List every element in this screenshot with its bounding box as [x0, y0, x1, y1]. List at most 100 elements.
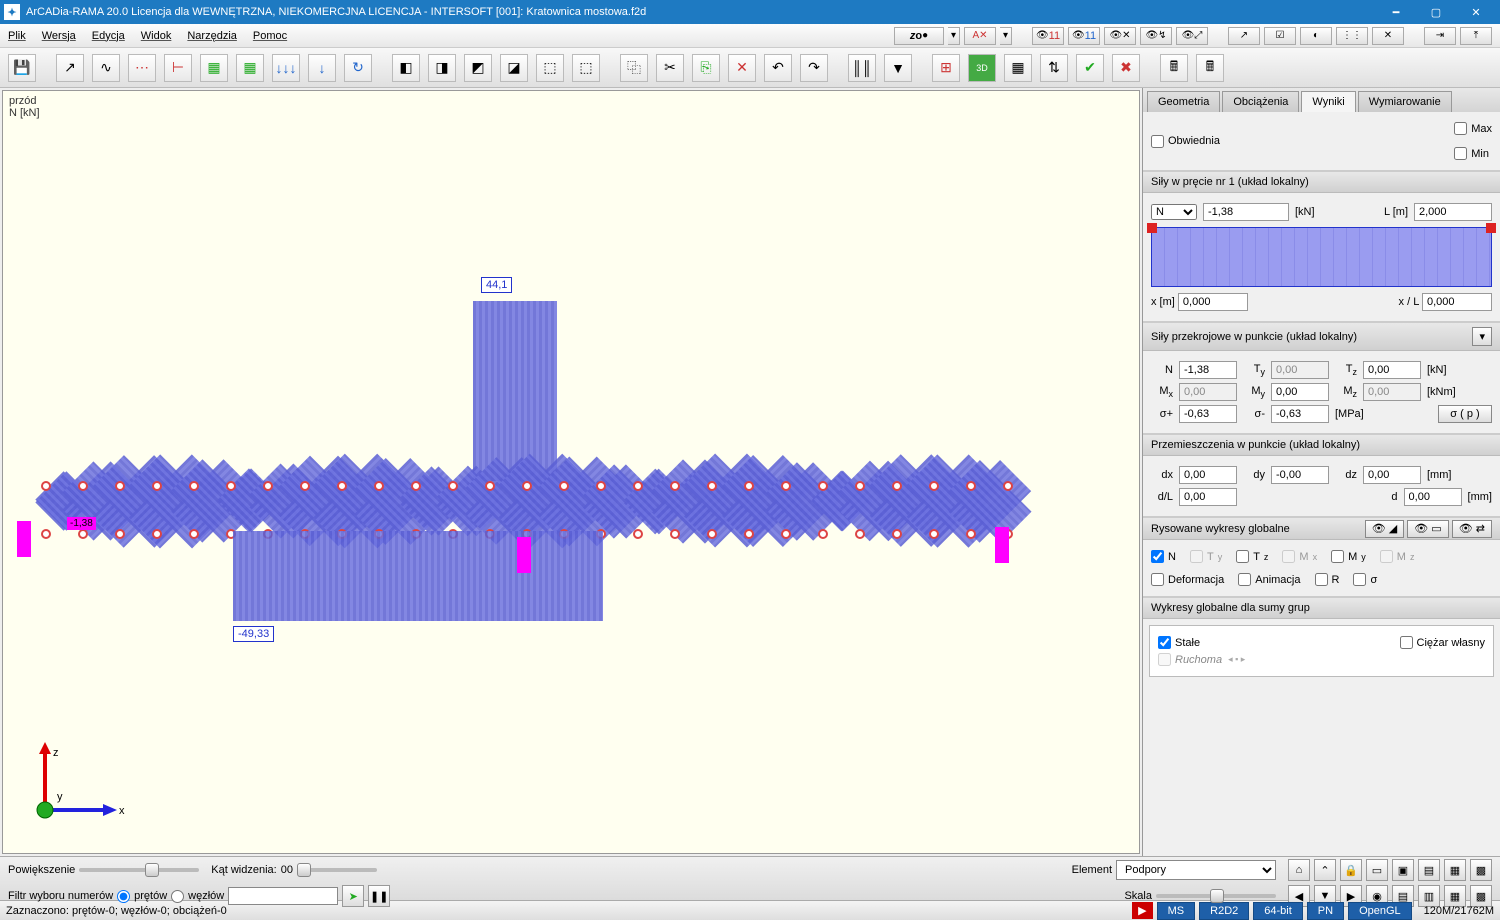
bars-button[interactable]: ║║: [848, 54, 876, 82]
load-moment-button[interactable]: ↻: [344, 54, 372, 82]
menu-plik[interactable]: Plik: [8, 30, 26, 42]
diag-My-checkbox[interactable]: [1331, 550, 1344, 563]
filter-button[interactable]: ▼: [884, 54, 912, 82]
dy-input[interactable]: [1271, 466, 1329, 484]
dL-input[interactable]: [1179, 488, 1237, 506]
menu-narzedzia[interactable]: Narzędzia: [187, 30, 237, 42]
flip-h-button[interactable]: ⇥: [1424, 27, 1456, 45]
R-checkbox[interactable]: [1315, 573, 1328, 586]
cut-button[interactable]: ✂: [656, 54, 684, 82]
status-ms[interactable]: MS: [1157, 902, 1196, 920]
force-select[interactable]: N: [1151, 204, 1197, 220]
view3d-6-button[interactable]: ⬚: [572, 54, 600, 82]
support-button[interactable]: ⊢: [164, 54, 192, 82]
filter-pause-button[interactable]: ❚❚: [368, 885, 390, 907]
tab-wymiarowanie[interactable]: Wymiarowanie: [1358, 91, 1452, 112]
view-eye3-button[interactable]: 👁✕: [1104, 27, 1136, 45]
envelope-checkbox[interactable]: [1151, 135, 1164, 148]
diag-Tz-checkbox[interactable]: [1236, 550, 1249, 563]
max-checkbox[interactable]: [1454, 122, 1467, 135]
draw-line-button[interactable]: ↗: [56, 54, 84, 82]
deform-checkbox[interactable]: [1151, 573, 1164, 586]
filter-bars-radio[interactable]: [117, 890, 130, 903]
scale-slider[interactable]: [1156, 894, 1276, 898]
snap3-button[interactable]: ◐: [1300, 27, 1332, 45]
undo-button[interactable]: ↶: [764, 54, 792, 82]
snap5-button[interactable]: ✕: [1372, 27, 1404, 45]
dz-input[interactable]: [1363, 466, 1421, 484]
view3d-2-button[interactable]: ◨: [428, 54, 456, 82]
delete-button[interactable]: ✕: [728, 54, 756, 82]
copy-button[interactable]: ⿻: [620, 54, 648, 82]
viewport[interactable]: przódN [kN] 44,1 /*generated divs below*…: [2, 90, 1140, 854]
close-button[interactable]: ✕: [1456, 0, 1496, 24]
fov-slider[interactable]: [297, 868, 377, 872]
nav-b3-button[interactable]: ▤: [1418, 859, 1440, 881]
filter-nodes-radio[interactable]: [171, 890, 184, 903]
view-ax-dropdown[interactable]: ▾: [1000, 27, 1012, 45]
element-select[interactable]: Podpory: [1116, 860, 1276, 880]
filter-input[interactable]: [228, 887, 338, 905]
view3d-4-button[interactable]: ◪: [500, 54, 528, 82]
sliders-button[interactable]: ⇅: [1040, 54, 1068, 82]
reject-button[interactable]: ✖: [1112, 54, 1140, 82]
nav-b2-button[interactable]: ▣: [1392, 859, 1414, 881]
diagram-eye1-button[interactable]: 👁 ◢: [1365, 520, 1404, 538]
nav-home-button[interactable]: ⌂: [1288, 859, 1310, 881]
zoom-slider[interactable]: [79, 868, 199, 872]
view3d-5-button[interactable]: ⬚: [536, 54, 564, 82]
grid1-button[interactable]: ▦: [200, 54, 228, 82]
diagram-eye3-button[interactable]: 👁 ⇄: [1452, 520, 1492, 538]
min-checkbox[interactable]: [1454, 147, 1467, 160]
d-input[interactable]: [1404, 488, 1462, 506]
nav-lock-button[interactable]: 🔒: [1340, 859, 1362, 881]
tab-geometria[interactable]: Geometria: [1147, 91, 1220, 112]
3d-button[interactable]: 3D: [968, 54, 996, 82]
menu-widok[interactable]: Widok: [141, 30, 172, 42]
snap1-button[interactable]: ↗: [1228, 27, 1260, 45]
view-eye2-button[interactable]: 👁 11: [1068, 27, 1100, 45]
anim-checkbox[interactable]: [1238, 573, 1251, 586]
sigma-minus-input[interactable]: [1271, 405, 1329, 423]
draw-polyline-button[interactable]: ∿: [92, 54, 120, 82]
status-r2d2[interactable]: R2D2: [1199, 902, 1249, 920]
status-64bit[interactable]: 64-bit: [1253, 902, 1303, 920]
view-eye5-button[interactable]: 👁⤢: [1176, 27, 1208, 45]
section-point-dropdown[interactable]: ▾: [1472, 327, 1492, 346]
redo-button[interactable]: ↷: [800, 54, 828, 82]
view3d-1-button[interactable]: ◧: [392, 54, 420, 82]
nav-up-button[interactable]: ⌃: [1314, 859, 1336, 881]
stale-checkbox[interactable]: [1158, 636, 1171, 649]
tab-wyniki[interactable]: Wyniki: [1301, 91, 1355, 112]
flip-v-button[interactable]: ⤒: [1460, 27, 1492, 45]
nav-b4-button[interactable]: ▦: [1444, 859, 1466, 881]
Tz-input[interactable]: [1363, 361, 1421, 379]
view3d-3-button[interactable]: ◩: [464, 54, 492, 82]
filter-go-button[interactable]: ➤: [342, 885, 364, 907]
snap2-button[interactable]: ☑: [1264, 27, 1296, 45]
xL-input[interactable]: [1422, 293, 1492, 311]
sigma-p-button[interactable]: σ ( p ): [1438, 405, 1492, 423]
My-input[interactable]: [1271, 383, 1329, 401]
sigma-checkbox[interactable]: [1353, 573, 1366, 586]
load-point-button[interactable]: ↓: [308, 54, 336, 82]
length-input[interactable]: [1414, 203, 1492, 221]
grid-button[interactable]: ▦: [1004, 54, 1032, 82]
save-button[interactable]: 💾: [8, 54, 36, 82]
calc1-button[interactable]: 🖩: [1160, 54, 1188, 82]
view-eye1-button[interactable]: 👁 11: [1032, 27, 1064, 45]
diagram-eye2-button[interactable]: 👁 ▭: [1407, 520, 1448, 538]
N-input[interactable]: [1179, 361, 1237, 379]
minimize-button[interactable]: ━: [1376, 0, 1416, 24]
check-button[interactable]: ✔: [1076, 54, 1104, 82]
status-record[interactable]: ▶: [1132, 902, 1152, 919]
view-zo-dropdown[interactable]: ▾: [948, 27, 960, 45]
load-dist-button[interactable]: ↓↓↓: [272, 54, 300, 82]
view-eye4-button[interactable]: 👁↯: [1140, 27, 1172, 45]
menu-pomoc[interactable]: Pomoc: [253, 30, 287, 42]
maximize-button[interactable]: ▢: [1416, 0, 1456, 24]
menu-edycja[interactable]: Edycja: [92, 30, 125, 42]
tab-obciazenia[interactable]: Obciążenia: [1222, 91, 1299, 112]
calc2-button[interactable]: 🖩: [1196, 54, 1224, 82]
grid2-button[interactable]: ▦: [236, 54, 264, 82]
